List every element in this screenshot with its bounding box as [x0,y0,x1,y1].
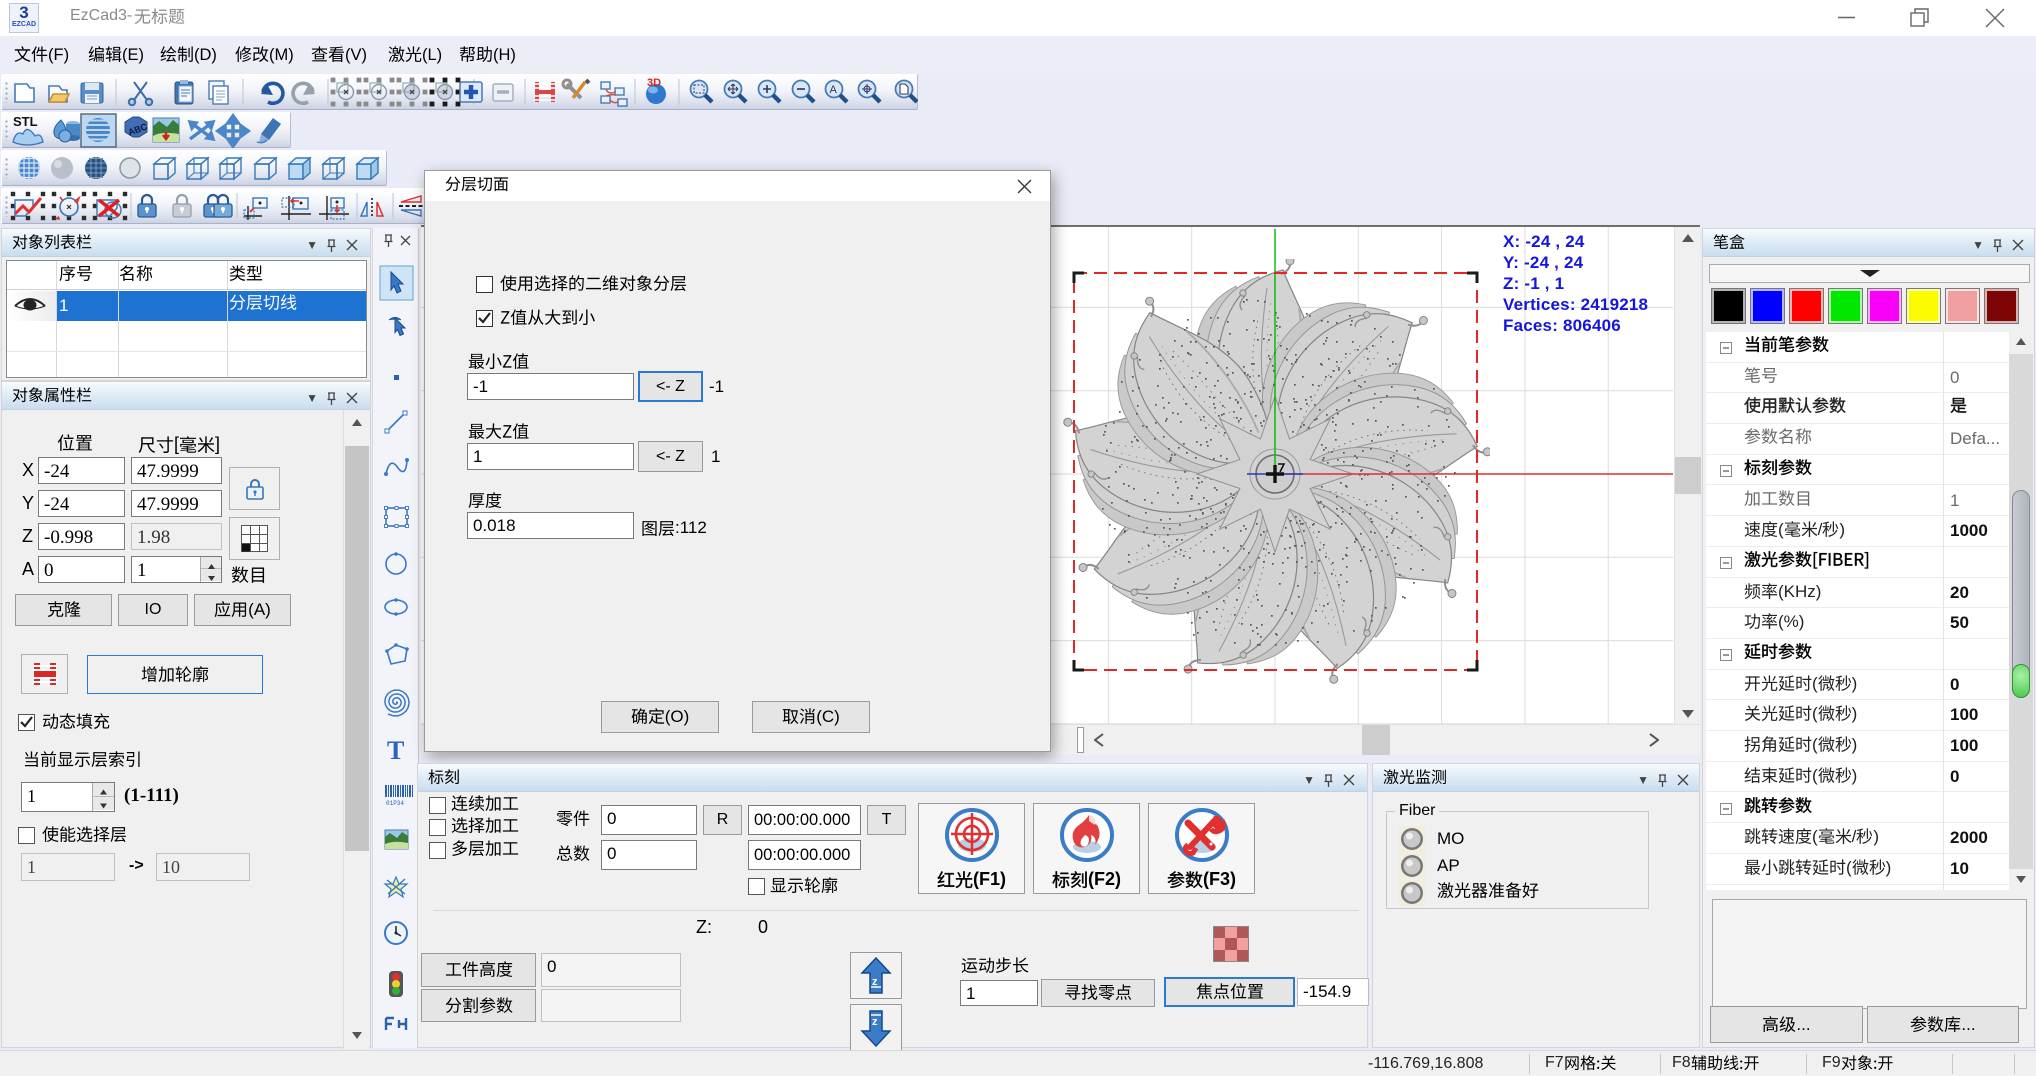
svg-text:3D: 3D [647,77,661,89]
svg-text:STL: STL [13,114,38,129]
svg-text:01P34: 01P34 [386,800,404,807]
svg-text:A: A [830,84,838,96]
svg-text:T: T [387,736,404,765]
svg-text:z: z [872,976,878,988]
svg-text:z: z [872,1016,878,1028]
